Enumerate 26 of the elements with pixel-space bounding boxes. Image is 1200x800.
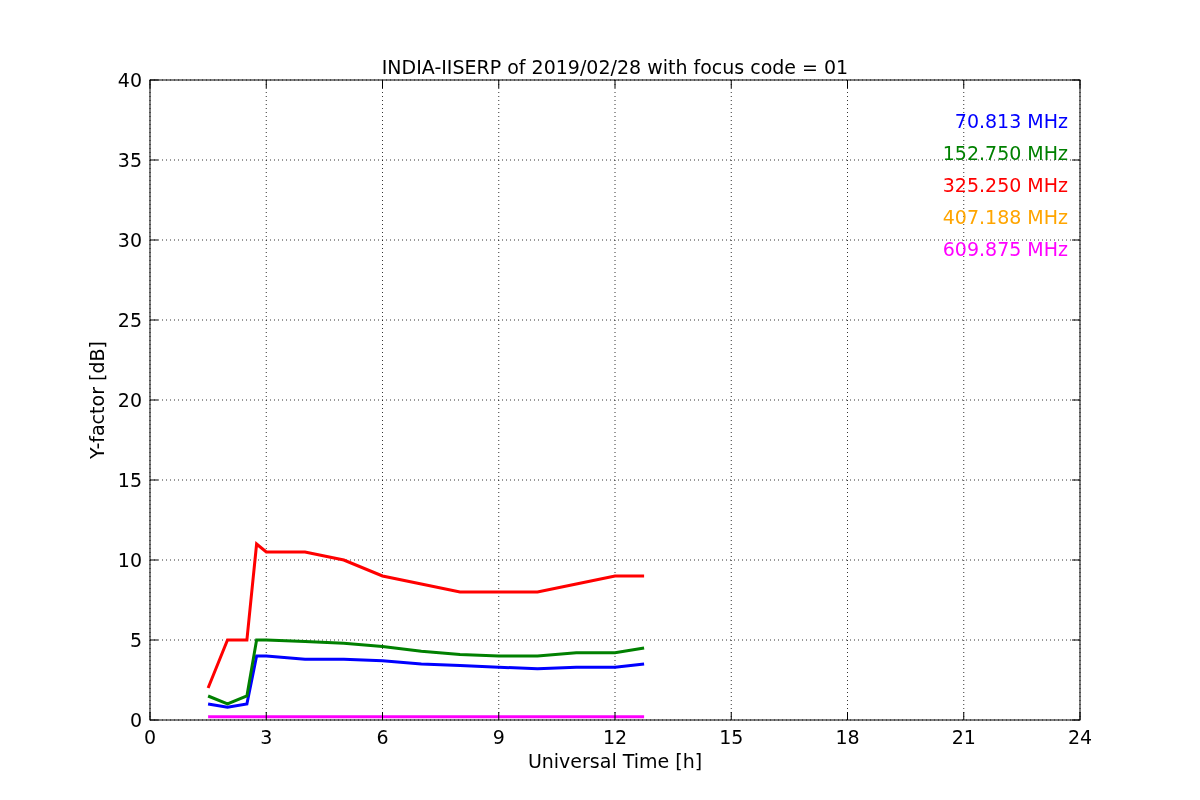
y-tick-label: 0 bbox=[129, 709, 142, 731]
legend-label: 609.875 MHz bbox=[942, 238, 1068, 260]
legend-label: 407.188 MHz bbox=[942, 206, 1068, 228]
x-axis-label: Universal Time [h] bbox=[527, 750, 703, 772]
y-tick-label: 25 bbox=[117, 309, 142, 331]
x-tick-label: 3 bbox=[260, 726, 273, 748]
x-tick-label: 18 bbox=[835, 726, 860, 748]
x-tick-label: 6 bbox=[376, 726, 389, 748]
x-tick-label: 15 bbox=[719, 726, 744, 748]
legend-label: 325.250 MHz bbox=[942, 174, 1068, 196]
x-tick-label: 9 bbox=[492, 726, 505, 748]
y-tick-label: 5 bbox=[129, 629, 142, 651]
chart-title: INDIA-IISERP of 2019/02/28 with focus code = 01 bbox=[381, 56, 849, 78]
x-tick-label: 21 bbox=[951, 726, 976, 748]
y-axis-label: Y-factor [dB] bbox=[86, 341, 108, 459]
x-tick-label: 12 bbox=[602, 726, 628, 748]
x-tick-label: 24 bbox=[1067, 726, 1093, 748]
y-tick-label: 40 bbox=[117, 69, 142, 91]
legend-label: 152.750 MHz bbox=[942, 142, 1068, 164]
y-tick-label: 30 bbox=[117, 229, 142, 251]
x-tick-label: 0 bbox=[143, 726, 157, 748]
y-tick-label: 20 bbox=[117, 389, 142, 411]
y-tick-label: 10 bbox=[117, 549, 142, 571]
legend-label: 70.813 MHz bbox=[954, 110, 1068, 132]
y-tick-label: 15 bbox=[117, 469, 142, 491]
y-tick-label: 35 bbox=[117, 149, 142, 171]
